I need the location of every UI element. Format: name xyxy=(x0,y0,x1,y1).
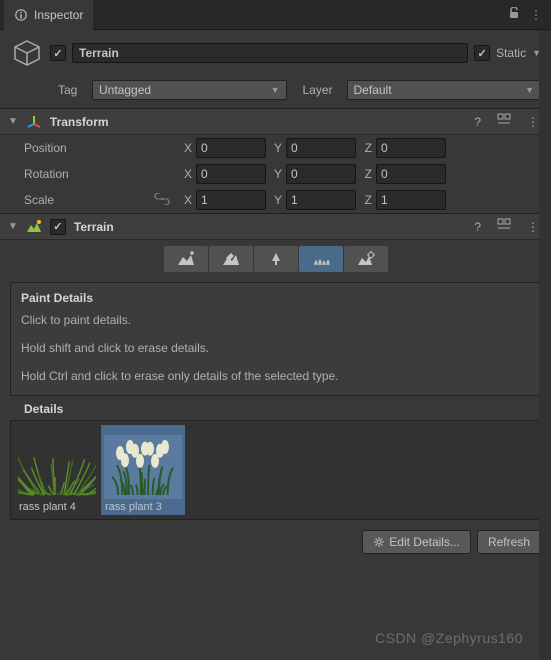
scrollbar[interactable] xyxy=(539,30,551,660)
preset-icon[interactable] xyxy=(493,113,515,130)
chevron-down-icon: ▼ xyxy=(271,85,280,95)
edit-details-button[interactable]: Edit Details... xyxy=(362,530,471,554)
detail-preview xyxy=(103,431,183,499)
terrain-tool-raise-lower[interactable] xyxy=(164,246,208,272)
preset-icon[interactable] xyxy=(493,218,515,235)
position-label: Position xyxy=(24,141,174,155)
detail-preview xyxy=(17,431,97,499)
gameobject-icon[interactable] xyxy=(10,36,44,70)
detail-label: rass plant 4 xyxy=(17,499,97,515)
terrain-tool-paint-details[interactable] xyxy=(299,246,343,272)
terrain-icon xyxy=(26,219,42,235)
static-label: Static xyxy=(496,46,526,60)
chevron-down-icon: ▼ xyxy=(525,85,534,95)
tag-value: Untagged xyxy=(99,83,151,97)
terrain-tool-settings[interactable] xyxy=(344,246,388,272)
position-z-field[interactable] xyxy=(376,138,446,158)
terrain-foldout[interactable]: ▼ xyxy=(8,221,18,232)
scale-z-field[interactable] xyxy=(376,190,446,210)
tag-dropdown[interactable]: Untagged ▼ xyxy=(92,80,287,100)
lock-icon[interactable] xyxy=(508,7,520,22)
detail-thumb[interactable]: rass plant 4 xyxy=(15,425,99,515)
refresh-button[interactable]: Refresh xyxy=(477,530,541,554)
static-checkbox[interactable] xyxy=(474,45,490,61)
transform-icon xyxy=(26,114,42,130)
terrain-tool-paint-texture[interactable] xyxy=(209,246,253,272)
layer-dropdown[interactable]: Default ▼ xyxy=(347,80,542,100)
rotation-label: Rotation xyxy=(24,167,174,181)
rotation-z-field[interactable] xyxy=(376,164,446,184)
details-section-label: Details xyxy=(24,402,541,416)
paint-details-help2: Hold shift and click to erase details. xyxy=(21,339,530,357)
rotation-x-field[interactable] xyxy=(196,164,266,184)
watermark: CSDN @Zephyrus160 xyxy=(375,630,523,646)
help-icon[interactable]: ? xyxy=(470,220,485,234)
inspector-tab[interactable]: Inspector xyxy=(4,0,93,30)
rotation-y-field[interactable] xyxy=(286,164,356,184)
tag-label: Tag xyxy=(58,83,86,97)
active-checkbox[interactable] xyxy=(50,45,66,61)
gear-icon xyxy=(373,536,385,548)
tab-menu-icon[interactable]: ⋮ xyxy=(530,8,541,22)
layer-value: Default xyxy=(354,83,392,97)
inspector-tab-label: Inspector xyxy=(34,8,83,22)
paint-details-help1: Click to paint details. xyxy=(21,311,530,329)
layer-label: Layer xyxy=(303,83,341,97)
position-x-field[interactable] xyxy=(196,138,266,158)
paint-details-title: Paint Details xyxy=(21,291,530,305)
terrain-title: Terrain xyxy=(74,220,462,234)
scale-label: Scale xyxy=(24,193,154,207)
scale-y-field[interactable] xyxy=(286,190,356,210)
paint-details-help3: Hold Ctrl and click to erase only detail… xyxy=(21,367,530,385)
refresh-label: Refresh xyxy=(488,535,530,549)
detail-thumb[interactable]: rass plant 3 xyxy=(101,425,185,515)
position-y-field[interactable] xyxy=(286,138,356,158)
transform-title: Transform xyxy=(50,115,462,129)
gameobject-name-field[interactable] xyxy=(72,43,468,63)
inspector-icon xyxy=(14,8,28,22)
transform-foldout[interactable]: ▼ xyxy=(8,116,18,127)
terrain-tool-paint-trees[interactable] xyxy=(254,246,298,272)
constrain-proportions-icon[interactable] xyxy=(154,193,170,208)
terrain-enabled-checkbox[interactable] xyxy=(50,219,66,235)
detail-label: rass plant 3 xyxy=(103,499,183,515)
scale-x-field[interactable] xyxy=(196,190,266,210)
help-icon[interactable]: ? xyxy=(470,115,485,129)
edit-details-label: Edit Details... xyxy=(389,535,460,549)
